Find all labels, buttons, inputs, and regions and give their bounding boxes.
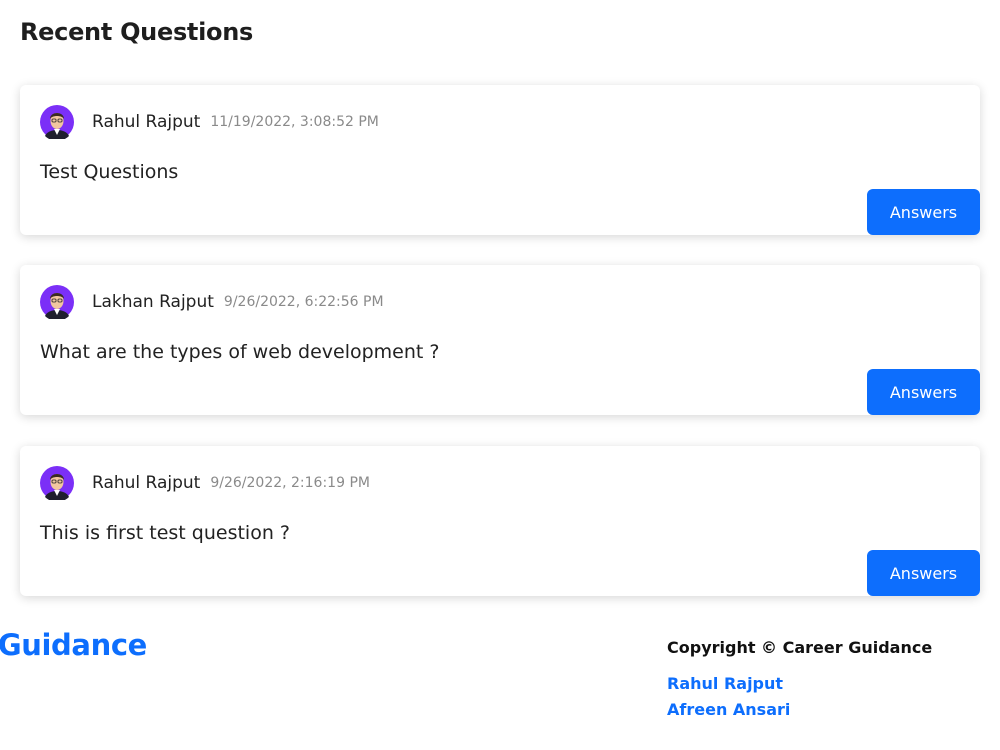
footer-credits: Copyright © Career Guidance Rahul Rajput… <box>667 638 932 723</box>
section-title: Recent Questions <box>20 18 253 46</box>
question-header: Rahul Rajput 11/19/2022, 3:08:52 PM <box>40 105 379 139</box>
answers-button[interactable]: Answers <box>867 369 980 415</box>
question-card: Rahul Rajput 11/19/2022, 3:08:52 PM Test… <box>20 85 980 235</box>
author-name[interactable]: Rahul Rajput <box>92 112 200 132</box>
user-avatar-icon <box>40 285 74 319</box>
page: Recent Questions Rahul Rajput 11/19/2022… <box>0 0 1000 750</box>
question-date: 11/19/2022, 3:08:52 PM <box>210 114 379 130</box>
credit-link-rahul[interactable]: Rahul Rajput <box>667 671 932 697</box>
question-card: Lakhan Rajput 9/26/2022, 6:22:56 PM What… <box>20 265 980 415</box>
question-text[interactable]: Test Questions <box>40 161 178 183</box>
author-name[interactable]: Rahul Rajput <box>92 473 200 493</box>
user-avatar-icon <box>40 466 74 500</box>
answers-button[interactable]: Answers <box>867 189 980 235</box>
credit-link-afreen[interactable]: Afreen Ansari <box>667 697 932 723</box>
user-avatar-icon <box>40 105 74 139</box>
question-header: Lakhan Rajput 9/26/2022, 6:22:56 PM <box>40 285 384 319</box>
answers-button[interactable]: Answers <box>867 550 980 596</box>
question-date: 9/26/2022, 2:16:19 PM <box>210 475 370 491</box>
question-text[interactable]: What are the types of web development ? <box>40 341 439 363</box>
footer-brand[interactable]: er Guidance <box>0 628 147 662</box>
question-text[interactable]: This is first test question ? <box>40 522 290 544</box>
copyright-text: Copyright © Career Guidance <box>667 638 933 657</box>
question-card: Rahul Rajput 9/26/2022, 2:16:19 PM This … <box>20 446 980 596</box>
author-name[interactable]: Lakhan Rajput <box>92 292 214 312</box>
question-header: Rahul Rajput 9/26/2022, 2:16:19 PM <box>40 466 370 500</box>
question-date: 9/26/2022, 6:22:56 PM <box>223 294 384 310</box>
